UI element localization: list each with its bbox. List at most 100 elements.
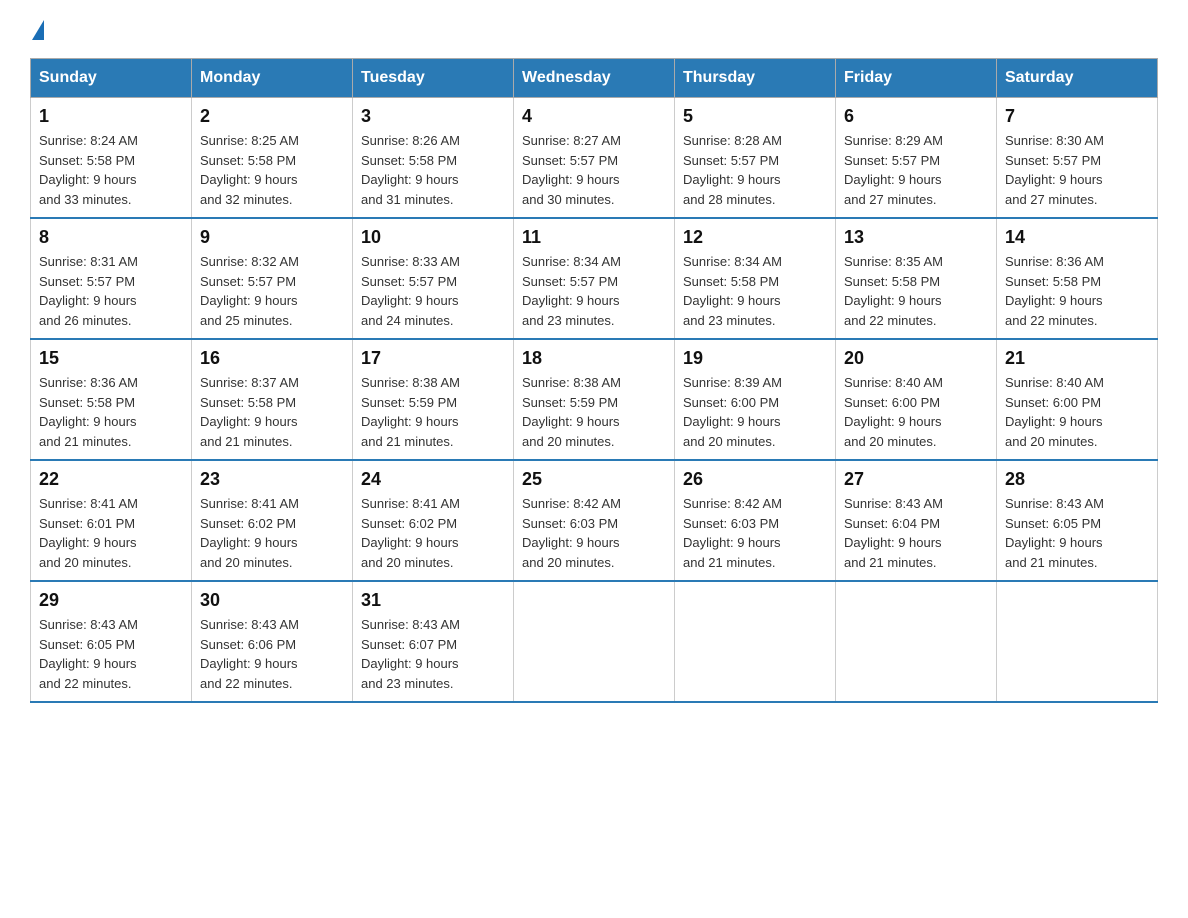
calendar-cell: 4 Sunrise: 8:27 AM Sunset: 5:57 PM Dayli… [514,98,675,219]
day-info: Sunrise: 8:38 AM Sunset: 5:59 PM Dayligh… [361,373,505,451]
day-number: 29 [39,590,183,611]
day-number: 3 [361,106,505,127]
day-info: Sunrise: 8:36 AM Sunset: 5:58 PM Dayligh… [1005,252,1149,330]
column-header-monday: Monday [192,59,353,98]
calendar-cell: 6 Sunrise: 8:29 AM Sunset: 5:57 PM Dayli… [836,98,997,219]
day-info: Sunrise: 8:38 AM Sunset: 5:59 PM Dayligh… [522,373,666,451]
day-number: 8 [39,227,183,248]
day-info: Sunrise: 8:31 AM Sunset: 5:57 PM Dayligh… [39,252,183,330]
day-info: Sunrise: 8:24 AM Sunset: 5:58 PM Dayligh… [39,131,183,209]
day-number: 19 [683,348,827,369]
calendar-cell: 16 Sunrise: 8:37 AM Sunset: 5:58 PM Dayl… [192,339,353,460]
day-info: Sunrise: 8:36 AM Sunset: 5:58 PM Dayligh… [39,373,183,451]
day-number: 11 [522,227,666,248]
day-info: Sunrise: 8:32 AM Sunset: 5:57 PM Dayligh… [200,252,344,330]
day-info: Sunrise: 8:37 AM Sunset: 5:58 PM Dayligh… [200,373,344,451]
day-number: 20 [844,348,988,369]
day-number: 21 [1005,348,1149,369]
day-info: Sunrise: 8:29 AM Sunset: 5:57 PM Dayligh… [844,131,988,209]
day-info: Sunrise: 8:41 AM Sunset: 6:02 PM Dayligh… [200,494,344,572]
calendar-cell: 29 Sunrise: 8:43 AM Sunset: 6:05 PM Dayl… [31,581,192,702]
week-row-5: 29 Sunrise: 8:43 AM Sunset: 6:05 PM Dayl… [31,581,1158,702]
calendar-cell [997,581,1158,702]
column-header-thursday: Thursday [675,59,836,98]
day-number: 2 [200,106,344,127]
day-number: 14 [1005,227,1149,248]
calendar-cell: 9 Sunrise: 8:32 AM Sunset: 5:57 PM Dayli… [192,218,353,339]
day-info: Sunrise: 8:43 AM Sunset: 6:05 PM Dayligh… [39,615,183,693]
day-info: Sunrise: 8:28 AM Sunset: 5:57 PM Dayligh… [683,131,827,209]
calendar-cell [514,581,675,702]
calendar-table: SundayMondayTuesdayWednesdayThursdayFrid… [30,58,1158,703]
calendar-cell: 1 Sunrise: 8:24 AM Sunset: 5:58 PM Dayli… [31,98,192,219]
day-number: 1 [39,106,183,127]
calendar-cell: 17 Sunrise: 8:38 AM Sunset: 5:59 PM Dayl… [353,339,514,460]
day-number: 7 [1005,106,1149,127]
day-info: Sunrise: 8:30 AM Sunset: 5:57 PM Dayligh… [1005,131,1149,209]
week-row-1: 1 Sunrise: 8:24 AM Sunset: 5:58 PM Dayli… [31,98,1158,219]
calendar-cell [836,581,997,702]
column-header-tuesday: Tuesday [353,59,514,98]
calendar-cell: 19 Sunrise: 8:39 AM Sunset: 6:00 PM Dayl… [675,339,836,460]
calendar-cell: 28 Sunrise: 8:43 AM Sunset: 6:05 PM Dayl… [997,460,1158,581]
calendar-cell: 3 Sunrise: 8:26 AM Sunset: 5:58 PM Dayli… [353,98,514,219]
day-info: Sunrise: 8:42 AM Sunset: 6:03 PM Dayligh… [522,494,666,572]
logo [30,20,44,38]
calendar-cell: 22 Sunrise: 8:41 AM Sunset: 6:01 PM Dayl… [31,460,192,581]
day-number: 18 [522,348,666,369]
week-row-2: 8 Sunrise: 8:31 AM Sunset: 5:57 PM Dayli… [31,218,1158,339]
calendar-cell: 27 Sunrise: 8:43 AM Sunset: 6:04 PM Dayl… [836,460,997,581]
day-info: Sunrise: 8:34 AM Sunset: 5:58 PM Dayligh… [683,252,827,330]
day-number: 9 [200,227,344,248]
calendar-cell: 26 Sunrise: 8:42 AM Sunset: 6:03 PM Dayl… [675,460,836,581]
day-number: 12 [683,227,827,248]
calendar-cell [675,581,836,702]
day-number: 24 [361,469,505,490]
day-info: Sunrise: 8:27 AM Sunset: 5:57 PM Dayligh… [522,131,666,209]
day-number: 23 [200,469,344,490]
day-number: 30 [200,590,344,611]
day-info: Sunrise: 8:41 AM Sunset: 6:01 PM Dayligh… [39,494,183,572]
calendar-cell: 23 Sunrise: 8:41 AM Sunset: 6:02 PM Dayl… [192,460,353,581]
calendar-cell: 25 Sunrise: 8:42 AM Sunset: 6:03 PM Dayl… [514,460,675,581]
column-header-wednesday: Wednesday [514,59,675,98]
day-number: 15 [39,348,183,369]
day-info: Sunrise: 8:41 AM Sunset: 6:02 PM Dayligh… [361,494,505,572]
page-header [30,20,1158,38]
day-number: 16 [200,348,344,369]
column-header-sunday: Sunday [31,59,192,98]
day-number: 22 [39,469,183,490]
day-info: Sunrise: 8:43 AM Sunset: 6:06 PM Dayligh… [200,615,344,693]
column-header-friday: Friday [836,59,997,98]
day-number: 31 [361,590,505,611]
day-info: Sunrise: 8:40 AM Sunset: 6:00 PM Dayligh… [1005,373,1149,451]
calendar-cell: 24 Sunrise: 8:41 AM Sunset: 6:02 PM Dayl… [353,460,514,581]
day-number: 6 [844,106,988,127]
calendar-cell: 14 Sunrise: 8:36 AM Sunset: 5:58 PM Dayl… [997,218,1158,339]
calendar-cell: 2 Sunrise: 8:25 AM Sunset: 5:58 PM Dayli… [192,98,353,219]
day-number: 28 [1005,469,1149,490]
calendar-cell: 21 Sunrise: 8:40 AM Sunset: 6:00 PM Dayl… [997,339,1158,460]
calendar-cell: 8 Sunrise: 8:31 AM Sunset: 5:57 PM Dayli… [31,218,192,339]
day-number: 4 [522,106,666,127]
day-info: Sunrise: 8:35 AM Sunset: 5:58 PM Dayligh… [844,252,988,330]
day-number: 13 [844,227,988,248]
calendar-cell: 12 Sunrise: 8:34 AM Sunset: 5:58 PM Dayl… [675,218,836,339]
day-info: Sunrise: 8:43 AM Sunset: 6:05 PM Dayligh… [1005,494,1149,572]
calendar-cell: 10 Sunrise: 8:33 AM Sunset: 5:57 PM Dayl… [353,218,514,339]
calendar-cell: 20 Sunrise: 8:40 AM Sunset: 6:00 PM Dayl… [836,339,997,460]
day-info: Sunrise: 8:33 AM Sunset: 5:57 PM Dayligh… [361,252,505,330]
calendar-cell: 7 Sunrise: 8:30 AM Sunset: 5:57 PM Dayli… [997,98,1158,219]
day-info: Sunrise: 8:25 AM Sunset: 5:58 PM Dayligh… [200,131,344,209]
calendar-cell: 18 Sunrise: 8:38 AM Sunset: 5:59 PM Dayl… [514,339,675,460]
day-info: Sunrise: 8:40 AM Sunset: 6:00 PM Dayligh… [844,373,988,451]
calendar-cell: 11 Sunrise: 8:34 AM Sunset: 5:57 PM Dayl… [514,218,675,339]
calendar-cell: 13 Sunrise: 8:35 AM Sunset: 5:58 PM Dayl… [836,218,997,339]
day-info: Sunrise: 8:43 AM Sunset: 6:04 PM Dayligh… [844,494,988,572]
day-number: 17 [361,348,505,369]
logo-triangle-icon [32,20,44,40]
calendar-cell: 15 Sunrise: 8:36 AM Sunset: 5:58 PM Dayl… [31,339,192,460]
day-info: Sunrise: 8:43 AM Sunset: 6:07 PM Dayligh… [361,615,505,693]
day-info: Sunrise: 8:39 AM Sunset: 6:00 PM Dayligh… [683,373,827,451]
calendar-header-row: SundayMondayTuesdayWednesdayThursdayFrid… [31,59,1158,98]
